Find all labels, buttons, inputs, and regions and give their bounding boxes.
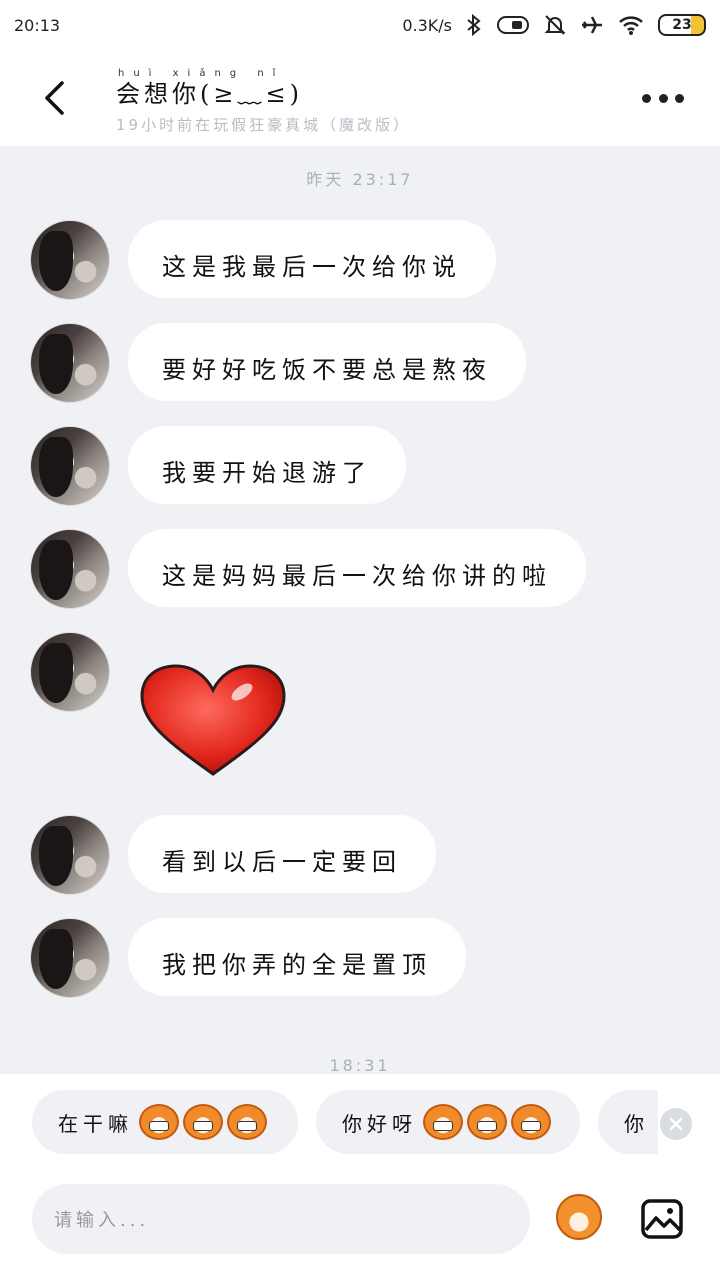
message-text: 看到以后一定要回: [162, 847, 402, 876]
image-icon: [641, 1199, 683, 1239]
sticker-message[interactable]: [138, 662, 288, 782]
quick-reply-text: 你: [624, 1111, 644, 1136]
quick-reply-chip[interactable]: 你: [598, 1090, 658, 1154]
message-bubble[interactable]: 这是妈妈最后一次给你讲的啦: [128, 529, 586, 607]
avatar[interactable]: [30, 918, 110, 998]
message-row: 这是我最后一次给你说: [30, 220, 496, 304]
message-text: 这是妈妈最后一次给你讲的啦: [162, 561, 552, 590]
message-row: 这是妈妈最后一次给你讲的啦: [30, 529, 586, 613]
quick-reply-chip[interactable]: 在干嘛: [32, 1090, 298, 1154]
message-bubble[interactable]: 我要开始退游了: [128, 426, 406, 504]
net-speed: 0.3K/s: [402, 15, 452, 35]
chevron-left-icon: [45, 81, 64, 115]
avatar[interactable]: [30, 632, 110, 712]
status-bar: 20:13 0.3K/s 23: [0, 0, 720, 50]
input-placeholder: 请输入...: [54, 1210, 150, 1231]
message-text: 这是我最后一次给你说: [162, 252, 462, 281]
message-bubble[interactable]: 看到以后一定要回: [128, 815, 436, 893]
smile-monkey-icon: [467, 1104, 507, 1140]
message-row: 我要开始退游了: [30, 426, 410, 510]
message-row: 我把你弄的全是置顶: [30, 918, 466, 1002]
image-button[interactable]: [640, 1198, 684, 1240]
mute-icon: [544, 14, 566, 36]
message-list[interactable]: 昨天 23:17 这是我最后一次给你说 要好好吃饭不要总是熬夜 我要开始退游了 …: [0, 146, 720, 1074]
message-row: 要好好吃饭不要总是熬夜: [30, 323, 526, 407]
more-dots-icon: [642, 93, 651, 103]
smile-monkey-icon: [423, 1104, 463, 1140]
close-icon: [669, 1117, 683, 1131]
grin-monkey-icon: [227, 1104, 267, 1140]
monkey-sticker-icon[interactable]: [556, 1194, 602, 1240]
quick-reply-chip[interactable]: 你好呀: [316, 1090, 580, 1154]
airplane-icon: [580, 14, 604, 36]
input-bar: 请输入...: [0, 1170, 720, 1280]
status-icons: 0.3K/s 23: [402, 14, 706, 36]
message-text: 要好好吃饭不要总是熬夜: [162, 355, 492, 384]
timestamp-divider: 昨天 23:17: [306, 170, 414, 189]
more-options-button[interactable]: [642, 88, 684, 108]
message-row: 看到以后一定要回: [30, 815, 436, 899]
message-bubble[interactable]: 要好好吃饭不要总是熬夜: [128, 323, 526, 401]
avatar[interactable]: [30, 815, 110, 895]
close-quick-replies-button[interactable]: [660, 1108, 692, 1140]
avatar[interactable]: [30, 529, 110, 609]
message-text: 我把你弄的全是置顶: [162, 950, 432, 979]
message-text: 我要开始退游了: [162, 458, 372, 487]
bluetooth-icon: [466, 14, 482, 36]
smile-monkey-icon: [511, 1104, 551, 1140]
wifi-icon: [618, 14, 644, 36]
avatar[interactable]: [30, 426, 110, 506]
grin-monkey-icon: [183, 1104, 223, 1140]
message-bubble[interactable]: 我把你弄的全是置顶: [128, 918, 466, 996]
status-time: 20:13: [14, 15, 61, 35]
back-button[interactable]: [34, 76, 74, 120]
quick-reply-text: 在干嘛: [58, 1111, 133, 1136]
contact-name: 会想你(≥﹏≤): [116, 80, 303, 108]
chat-header: huì xiǎng nǐ 会想你(≥﹏≤) 19小时前在玩假狂豪真城（魔改版）: [0, 50, 720, 146]
red-heart-icon: [140, 664, 286, 776]
message-input[interactable]: 请输入...: [32, 1184, 530, 1254]
contact-status: 19小时前在玩假狂豪真城（魔改版）: [116, 116, 412, 134]
contact-info[interactable]: huì xiǎng nǐ 会想你(≥﹏≤) 19小时前在玩假狂豪真城（魔改版）: [116, 68, 411, 135]
avatar[interactable]: [30, 323, 110, 403]
avatar[interactable]: [30, 220, 110, 300]
vibrate-icon: [496, 15, 530, 35]
grin-monkey-icon: [139, 1104, 179, 1140]
message-bubble[interactable]: 这是我最后一次给你说: [128, 220, 496, 298]
quick-reply-bar: 在干嘛 你好呀 你: [0, 1074, 720, 1170]
quick-reply-text: 你好呀: [342, 1111, 417, 1136]
timestamp-divider: 18:31: [329, 1056, 391, 1074]
title-pinyin: huì xiǎng nǐ: [118, 68, 285, 79]
battery-indicator: 23: [658, 14, 706, 36]
